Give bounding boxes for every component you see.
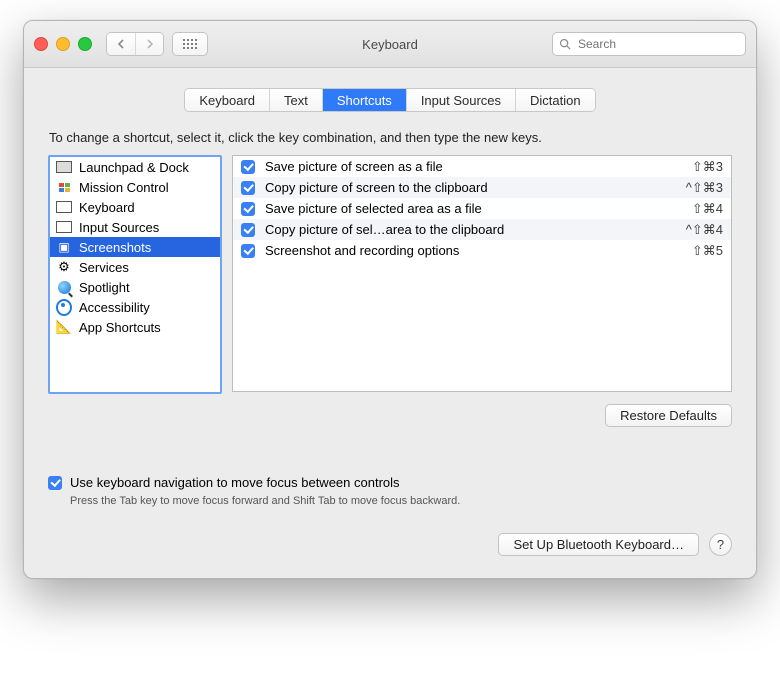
category-label: Spotlight <box>79 280 130 295</box>
services-icon: ⚙︎ <box>56 259 72 275</box>
bluetooth-keyboard-button[interactable]: Set Up Bluetooth Keyboard… <box>498 533 699 556</box>
shortcut-label: Copy picture of sel…area to the clipboar… <box>265 222 676 237</box>
category-keyboard[interactable]: Keyboard <box>50 197 220 217</box>
category-label: Screenshots <box>79 240 151 255</box>
footer: Set Up Bluetooth Keyboard… ? <box>48 533 732 556</box>
search-input[interactable] <box>576 36 739 52</box>
grid-icon <box>183 39 197 49</box>
checkbox-icon <box>48 476 62 490</box>
category-accessibility[interactable]: Accessibility <box>50 297 220 317</box>
category-list[interactable]: Launchpad & Dock Mission Control Keyboard I… <box>48 155 222 394</box>
tab-input-sources[interactable]: Input Sources <box>406 89 515 111</box>
shortcut-enabled-checkbox[interactable] <box>241 223 255 237</box>
minimize-button[interactable] <box>56 37 70 51</box>
tab-dictation[interactable]: Dictation <box>515 89 595 111</box>
category-spotlight[interactable]: Spotlight <box>50 277 220 297</box>
accessibility-icon <box>56 299 72 315</box>
category-label: App Shortcuts <box>79 320 161 335</box>
category-screenshots[interactable]: ▣ Screenshots <box>50 237 220 257</box>
shortcut-row[interactable]: Copy picture of screen to the clipboard ^… <box>233 177 731 198</box>
shortcut-keys[interactable]: ^⇧⌘3 <box>686 180 723 196</box>
category-launchpad-dock[interactable]: Launchpad & Dock <box>50 157 220 177</box>
spotlight-icon <box>56 279 72 295</box>
chevron-left-icon <box>117 39 125 49</box>
shortcut-label: Copy picture of screen to the clipboard <box>265 180 676 195</box>
search-field[interactable] <box>552 32 746 56</box>
shortcut-keys[interactable]: ⇧⌘4 <box>692 201 723 217</box>
keyboard-icon <box>56 199 72 215</box>
tab-shortcuts[interactable]: Shortcuts <box>322 89 406 111</box>
screenshots-icon: ▣ <box>56 239 72 255</box>
keyboard-nav-label: Use keyboard navigation to move focus be… <box>70 475 400 490</box>
mission-control-icon <box>56 179 72 195</box>
launchpad-icon <box>56 159 72 175</box>
keyboard-nav-checkbox[interactable]: Use keyboard navigation to move focus be… <box>48 475 732 490</box>
instruction-text: To change a shortcut, select it, click t… <box>49 130 732 145</box>
search-icon <box>559 38 571 50</box>
shortcut-row[interactable]: Save picture of screen as a file ⇧⌘3 <box>233 156 731 177</box>
keyboard-nav-block: Use keyboard navigation to move focus be… <box>48 475 732 507</box>
keyboard-nav-subtext: Press the Tab key to move focus forward … <box>70 495 732 507</box>
shortcut-enabled-checkbox[interactable] <box>241 244 255 258</box>
close-button[interactable] <box>34 37 48 51</box>
category-label: Accessibility <box>79 300 150 315</box>
shortcut-row[interactable]: Copy picture of sel…area to the clipboar… <box>233 219 731 240</box>
shortcut-label: Screenshot and recording options <box>265 243 682 258</box>
category-label: Input Sources <box>79 220 159 235</box>
back-button[interactable] <box>107 33 135 55</box>
restore-defaults-button[interactable]: Restore Defaults <box>605 404 732 427</box>
forward-button[interactable] <box>135 33 163 55</box>
category-label: Services <box>79 260 129 275</box>
category-label: Mission Control <box>79 180 169 195</box>
shortcut-enabled-checkbox[interactable] <box>241 160 255 174</box>
shortcut-row[interactable]: Screenshot and recording options ⇧⌘5 <box>233 240 731 261</box>
app-shortcuts-icon: 📐 <box>56 319 72 335</box>
show-all-button[interactable] <box>172 32 208 56</box>
input-sources-icon <box>56 219 72 235</box>
nav-back-forward <box>106 32 164 56</box>
shortcut-list[interactable]: Save picture of screen as a file ⇧⌘3 Copy … <box>232 155 732 392</box>
shortcut-keys[interactable]: ^⇧⌘4 <box>686 222 723 238</box>
help-button[interactable]: ? <box>709 533 732 556</box>
category-mission-control[interactable]: Mission Control <box>50 177 220 197</box>
category-input-sources[interactable]: Input Sources <box>50 217 220 237</box>
shortcut-row[interactable]: Save picture of selected area as a file ⇧… <box>233 198 731 219</box>
prefs-window: Keyboard KeyboardTextShortcutsInput Sour… <box>23 20 757 579</box>
split-pane: Launchpad & Dock Mission Control Keyboard I… <box>48 155 732 394</box>
category-label: Launchpad & Dock <box>79 160 189 175</box>
category-services[interactable]: ⚙︎ Services <box>50 257 220 277</box>
shortcut-label: Save picture of screen as a file <box>265 159 682 174</box>
shortcut-label: Save picture of selected area as a file <box>265 201 682 216</box>
category-app-shortcuts[interactable]: 📐 App Shortcuts <box>50 317 220 337</box>
titlebar: Keyboard <box>24 21 756 68</box>
chevron-right-icon <box>146 39 154 49</box>
category-label: Keyboard <box>79 200 135 215</box>
zoom-button[interactable] <box>78 37 92 51</box>
tab-text[interactable]: Text <box>269 89 322 111</box>
shortcut-enabled-checkbox[interactable] <box>241 202 255 216</box>
shortcut-keys[interactable]: ⇧⌘3 <box>692 159 723 175</box>
shortcut-enabled-checkbox[interactable] <box>241 181 255 195</box>
traffic-lights <box>34 37 92 51</box>
shortcut-keys[interactable]: ⇧⌘5 <box>692 243 723 259</box>
body: KeyboardTextShortcutsInput SourcesDictat… <box>24 68 756 578</box>
tabbar: KeyboardTextShortcutsInput SourcesDictat… <box>48 88 732 112</box>
tab-keyboard[interactable]: Keyboard <box>185 89 269 111</box>
